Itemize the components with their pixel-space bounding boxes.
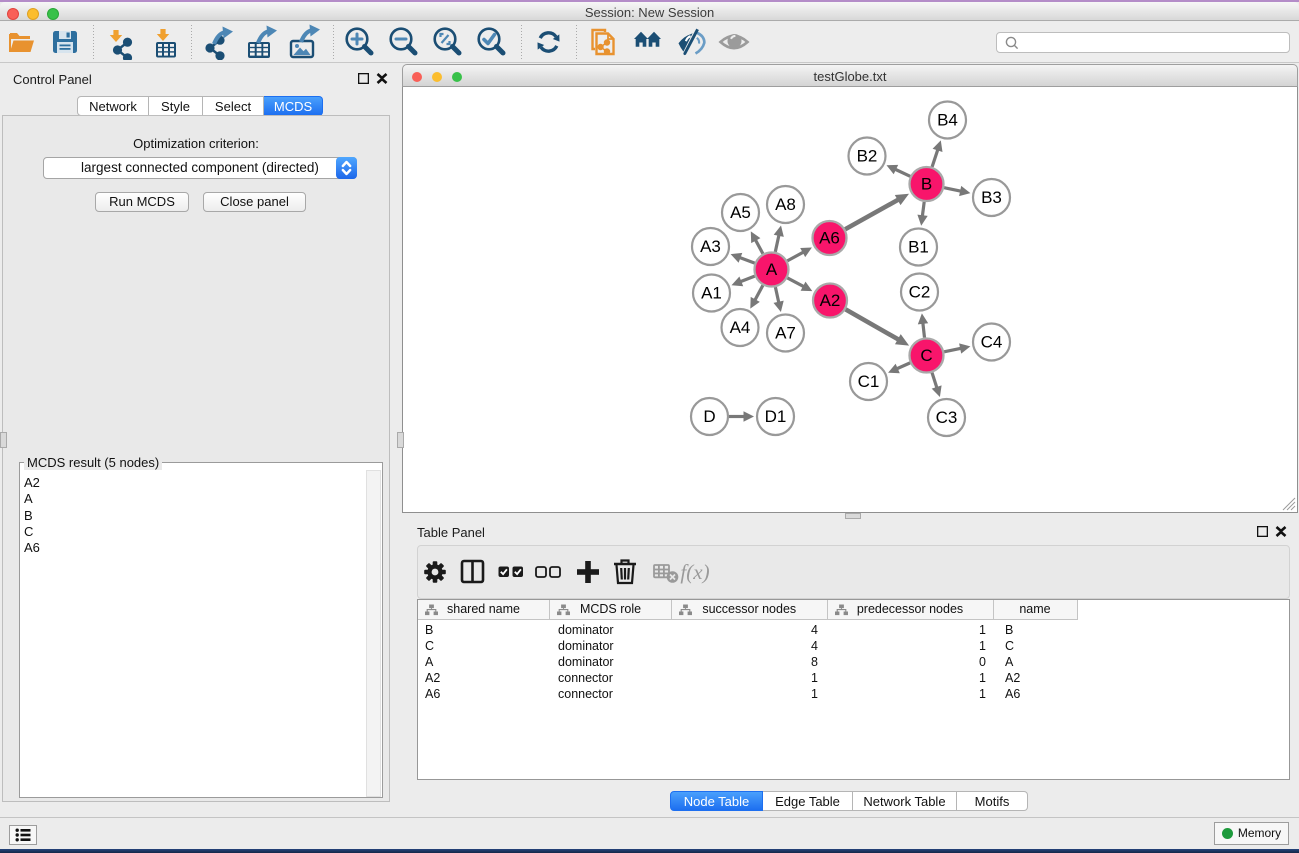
svg-text:A8: A8 [775, 195, 796, 214]
svg-text:A3: A3 [700, 237, 721, 256]
svg-text:B: B [921, 175, 932, 194]
svg-text:A6: A6 [819, 229, 840, 248]
svg-text:f(x): f(x) [680, 560, 709, 584]
svg-text:B4: B4 [937, 111, 958, 130]
svg-text:A4: A4 [730, 318, 751, 337]
svg-text:C4: C4 [981, 333, 1003, 352]
svg-text:B2: B2 [857, 147, 878, 166]
svg-text:A7: A7 [775, 324, 796, 343]
svg-text:A2: A2 [820, 291, 841, 310]
svg-text:A5: A5 [730, 203, 751, 222]
svg-text:A: A [766, 260, 778, 279]
svg-text:C1: C1 [858, 372, 880, 391]
svg-text:D1: D1 [765, 407, 787, 426]
svg-text:A1: A1 [701, 284, 722, 303]
svg-text:B3: B3 [981, 188, 1002, 207]
svg-text:D: D [703, 407, 715, 426]
svg-text:C: C [920, 346, 932, 365]
svg-text:C2: C2 [909, 283, 931, 302]
svg-text:C3: C3 [936, 408, 958, 427]
svg-text:B1: B1 [908, 238, 929, 257]
